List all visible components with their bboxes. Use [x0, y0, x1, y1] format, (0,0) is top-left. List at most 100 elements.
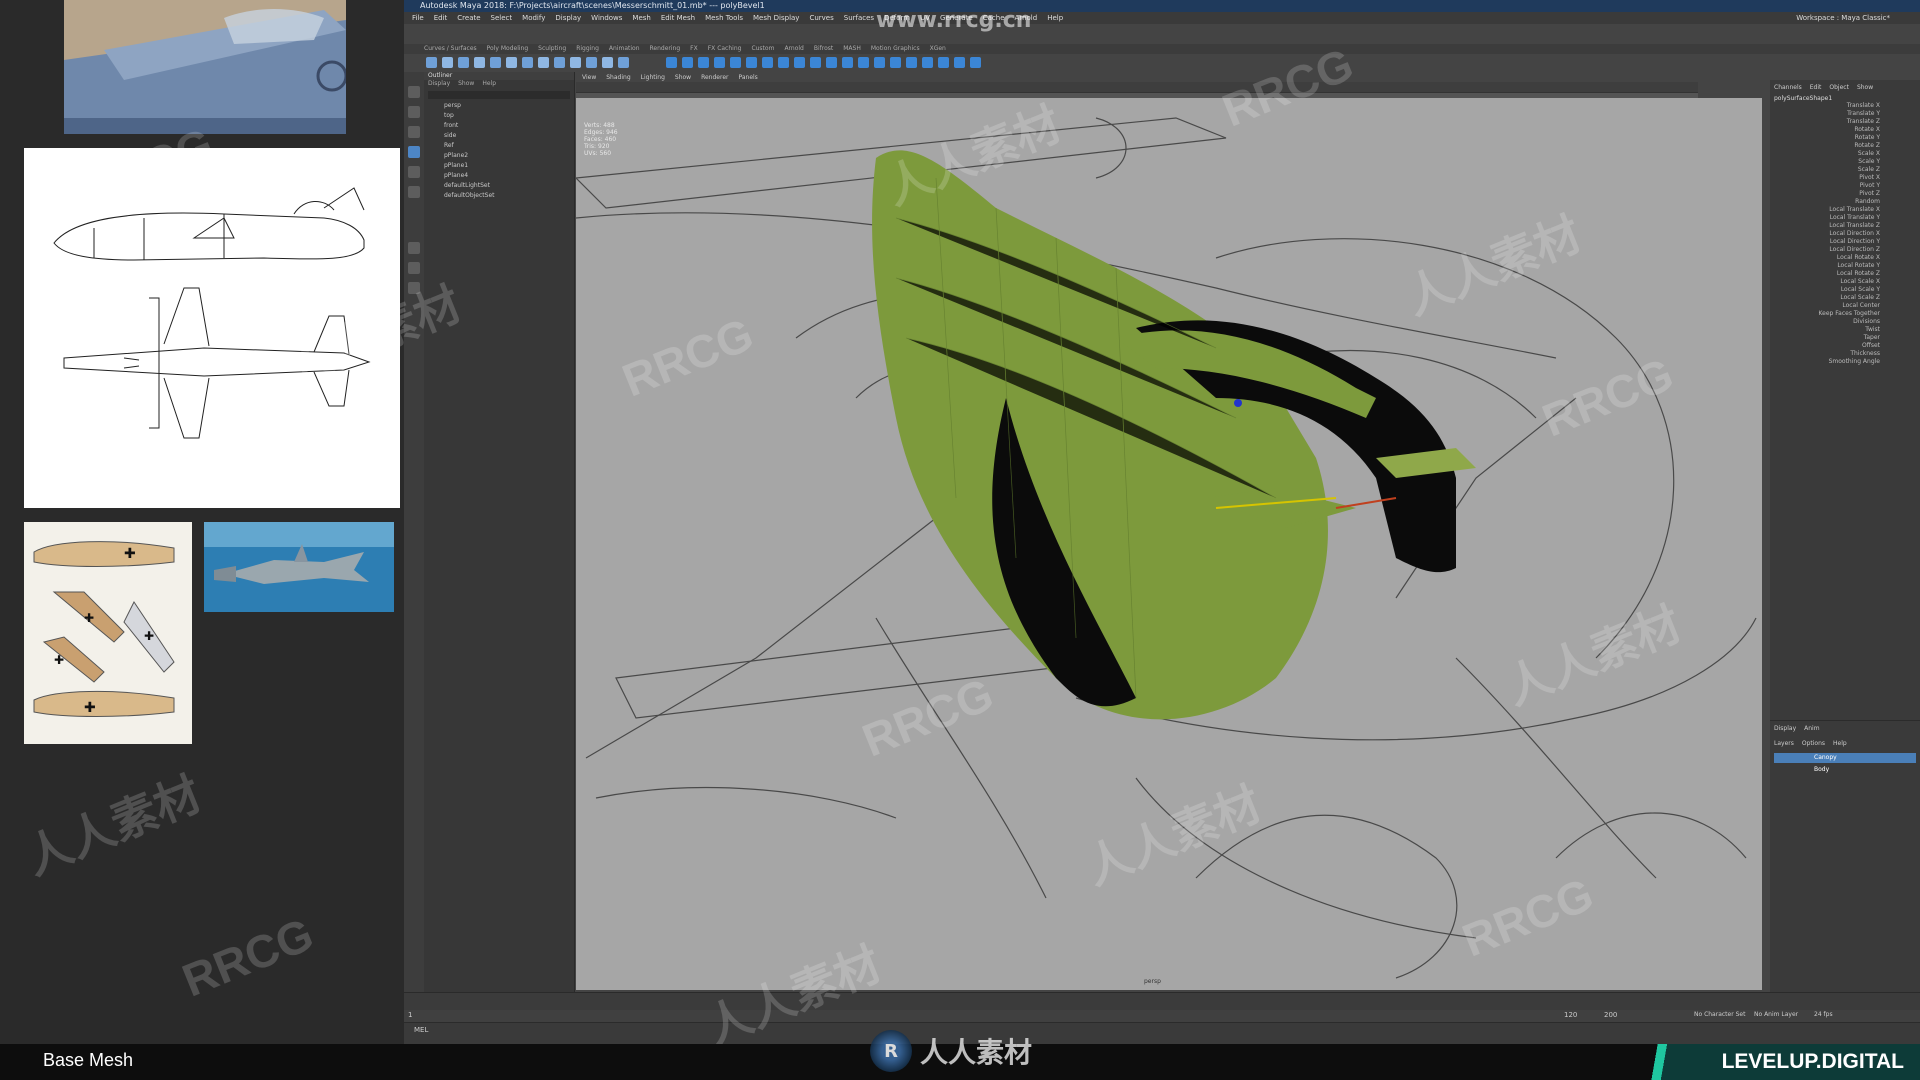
channel-tab[interactable]: Channels	[1774, 84, 1802, 91]
fps-selector[interactable]: 24 fps	[1814, 1011, 1833, 1018]
channel-row[interactable]: Keep Faces Together	[1770, 310, 1920, 318]
channel-row[interactable]: Scale Z	[1770, 166, 1920, 174]
shelf-tool-icon[interactable]	[586, 57, 597, 68]
menu-item[interactable]: Create	[457, 12, 480, 24]
outliner-menu-item[interactable]: Help	[482, 80, 496, 89]
layer-menu-item[interactable]: Options	[1802, 740, 1825, 747]
shelf-tool-icon[interactable]	[554, 57, 565, 68]
shelf-tool-icon[interactable]	[762, 57, 773, 68]
menu-item[interactable]: File	[412, 12, 424, 24]
shelf-tab[interactable]: Custom	[751, 44, 774, 54]
shelf-tab[interactable]: Curves / Surfaces	[424, 44, 477, 54]
shelf-tool-icon[interactable]	[778, 57, 789, 68]
range-slider[interactable]: 1 120 200 No Character Set No Anim Layer…	[404, 1010, 1920, 1022]
channel-row[interactable]: Local Scale Y	[1770, 286, 1920, 294]
move-tool-icon[interactable]	[408, 146, 420, 158]
shelf-tool-icon[interactable]	[538, 57, 549, 68]
menu-item[interactable]: Mesh Display	[753, 12, 799, 24]
select-tool-icon[interactable]	[408, 86, 420, 98]
shelf-tool-icon[interactable]	[794, 57, 805, 68]
channel-row[interactable]: Local Rotate Y	[1770, 262, 1920, 270]
lasso-tool-icon[interactable]	[408, 106, 420, 118]
shelf-tool-icon[interactable]	[474, 57, 485, 68]
time-slider[interactable]	[404, 992, 1920, 1011]
channel-row[interactable]: Local Direction Z	[1770, 246, 1920, 254]
shelf-tool-icon[interactable]	[698, 57, 709, 68]
channel-row[interactable]: Scale X	[1770, 150, 1920, 158]
outliner-row[interactable]: defaultObjectSet	[424, 191, 574, 201]
viewport-menu-item[interactable]: Lighting	[641, 74, 665, 82]
layer-tab[interactable]: Anim	[1804, 725, 1819, 732]
outliner-row[interactable]: front	[424, 121, 574, 131]
shelf-tab[interactable]: Bifrost	[814, 44, 833, 54]
shelf-tool-icon[interactable]	[522, 57, 533, 68]
channel-row[interactable]: Local Scale X	[1770, 278, 1920, 286]
channel-row[interactable]: Translate Z	[1770, 118, 1920, 126]
viewport-menu-item[interactable]: View	[582, 74, 596, 82]
channel-row[interactable]: Rotate Y	[1770, 134, 1920, 142]
paint-select-icon[interactable]	[408, 126, 420, 138]
layer-row-body[interactable]: Body	[1774, 765, 1916, 775]
channel-row[interactable]: Local Translate Y	[1770, 214, 1920, 222]
menu-item[interactable]: Modify	[522, 12, 545, 24]
menu-item[interactable]: Edit Mesh	[661, 12, 695, 24]
shelf-tool-icon[interactable]	[906, 57, 917, 68]
channel-row[interactable]: Local Scale Z	[1770, 294, 1920, 302]
outliner-row[interactable]: persp	[424, 101, 574, 111]
range-start[interactable]: 1	[408, 1011, 412, 1019]
outliner-row[interactable]: side	[424, 131, 574, 141]
shelf-tab[interactable]: Sculpting	[538, 44, 566, 54]
shelf-tool-icon[interactable]	[842, 57, 853, 68]
shelf-tool-icon[interactable]	[666, 57, 677, 68]
menu-item[interactable]: Mesh	[632, 12, 650, 24]
layout-outliner-icon[interactable]	[408, 282, 420, 294]
channel-row[interactable]: Local Translate X	[1770, 206, 1920, 214]
shelf-tool-icon[interactable]	[858, 57, 869, 68]
channel-row[interactable]: Local Direction Y	[1770, 238, 1920, 246]
outliner-search-field[interactable]	[428, 91, 570, 99]
shelf-tool-icon[interactable]	[570, 57, 581, 68]
shelf-tab[interactable]: Arnold	[784, 44, 803, 54]
shelf-tool-icon[interactable]	[602, 57, 613, 68]
channel-tab[interactable]: Object	[1829, 84, 1849, 91]
character-set[interactable]: No Character Set	[1694, 1011, 1745, 1018]
shelf-tab[interactable]: MASH	[843, 44, 861, 54]
channel-row[interactable]: Rotate Z	[1770, 142, 1920, 150]
channel-row[interactable]: Translate Y	[1770, 110, 1920, 118]
scale-tool-icon[interactable]	[408, 186, 420, 198]
channel-row[interactable]: Twist	[1770, 326, 1920, 334]
channel-row[interactable]: Taper	[1770, 334, 1920, 342]
channel-row[interactable]: Local Center	[1770, 302, 1920, 310]
menu-item[interactable]: Windows	[591, 12, 622, 24]
shelf-tool-icon[interactable]	[954, 57, 965, 68]
outliner-row[interactable]: pPlane2	[424, 151, 574, 161]
outliner-row[interactable]: pPlane4	[424, 171, 574, 181]
viewport-menu-item[interactable]: Panels	[738, 74, 757, 82]
rotate-tool-icon[interactable]	[408, 166, 420, 178]
shelf-tab[interactable]: Poly Modeling	[487, 44, 529, 54]
channel-row[interactable]: Offset	[1770, 342, 1920, 350]
channel-row[interactable]: Rotate X	[1770, 126, 1920, 134]
shelf-tool-icon[interactable]	[826, 57, 837, 68]
layer-tab[interactable]: Display	[1774, 725, 1796, 732]
shelf-tool-icon[interactable]	[618, 57, 629, 68]
canopy-mesh[interactable]	[872, 150, 1476, 720]
shelf-tab[interactable]: FX	[690, 44, 698, 54]
menu-item[interactable]: Select	[491, 12, 513, 24]
shelf-tab[interactable]: Motion Graphics	[871, 44, 920, 54]
channel-row[interactable]: Local Translate Z	[1770, 222, 1920, 230]
channel-row[interactable]: Divisions	[1770, 318, 1920, 326]
shelf-tool-icon[interactable]	[426, 57, 437, 68]
shelf-tool-icon[interactable]	[682, 57, 693, 68]
workspace-selector[interactable]: Workspace : Maya Classic*	[1796, 12, 1920, 24]
shelf-tool-icon[interactable]	[442, 57, 453, 68]
menu-item[interactable]: Edit	[434, 12, 448, 24]
shelf-tool-icon[interactable]	[490, 57, 501, 68]
shelf-tool-icon[interactable]	[890, 57, 901, 68]
shelf-tool-icon[interactable]	[746, 57, 757, 68]
channel-row[interactable]: Thickness	[1770, 350, 1920, 358]
channel-row[interactable]: Smoothing Angle	[1770, 358, 1920, 366]
range-end[interactable]: 120	[1564, 1011, 1577, 1019]
anim-layer[interactable]: No Anim Layer	[1754, 1011, 1798, 1018]
menu-item[interactable]: Surfaces	[844, 12, 874, 24]
